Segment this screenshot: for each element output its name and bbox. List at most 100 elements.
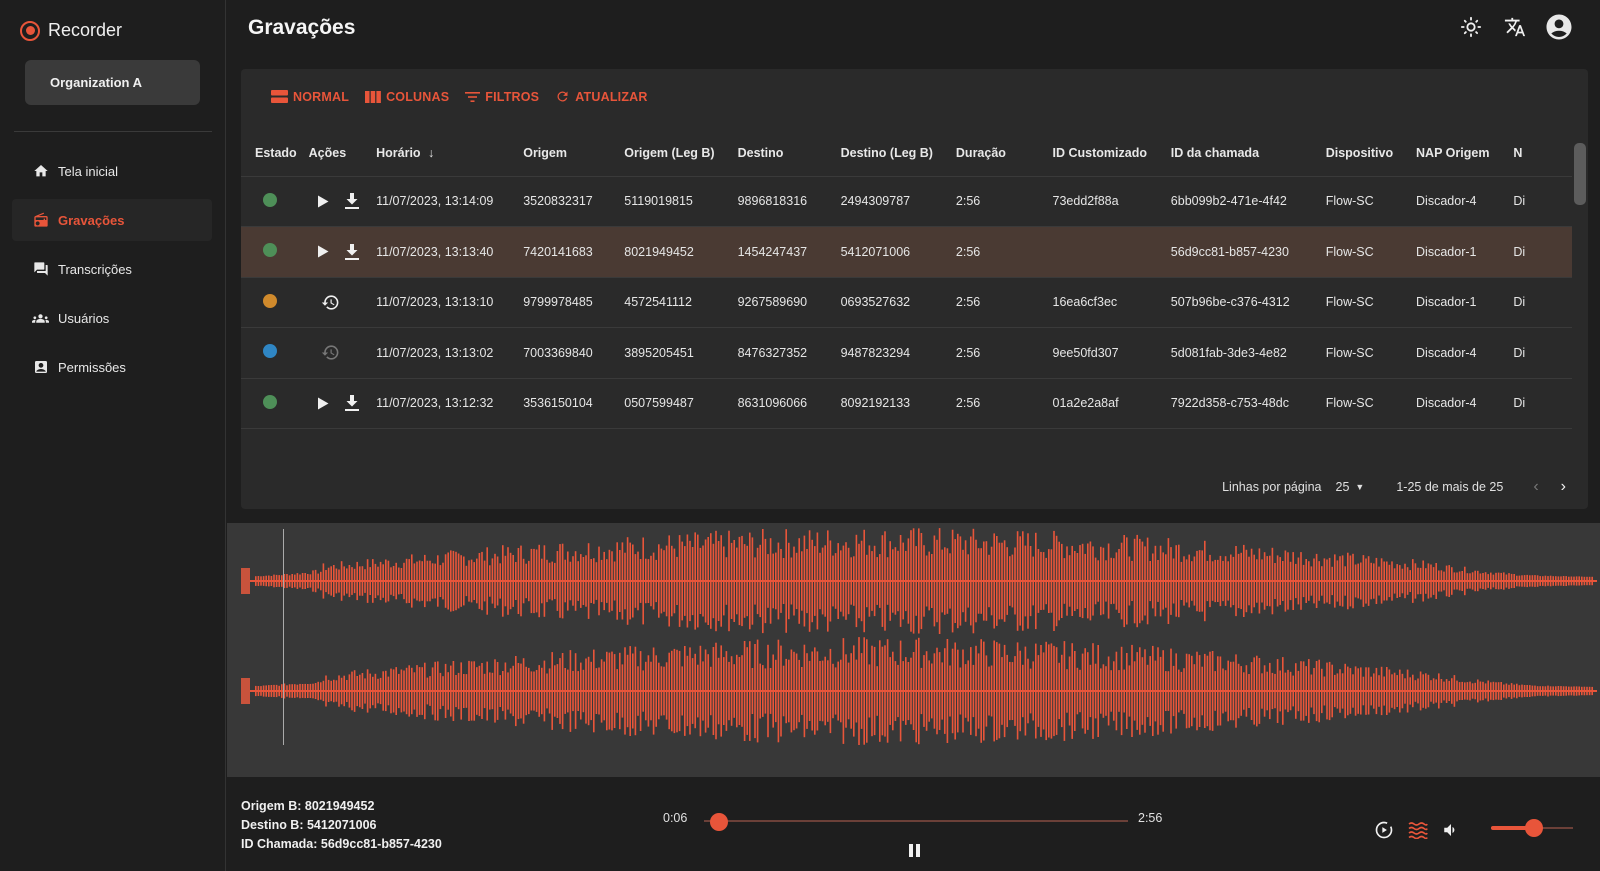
waveform-channel-2: [241, 637, 1597, 745]
id-customizado-cell: [1052, 226, 1171, 278]
next-column-cell: Di: [1513, 226, 1572, 278]
download-icon[interactable]: [344, 395, 359, 412]
sidebar-item-gravacoes[interactable]: Gravações: [12, 199, 212, 241]
nap-origem-cell: Discador-4: [1416, 378, 1514, 429]
column-header-destino[interactable]: Destino: [737, 131, 841, 177]
table-row[interactable]: 11/07/2023, 13:13:02 7003369840 3895205451…: [241, 327, 1572, 379]
play-icon[interactable]: [317, 397, 329, 410]
sidebar-item-transcricoes[interactable]: Transcrições: [12, 248, 212, 290]
next-page-icon[interactable]: ›: [1561, 478, 1566, 496]
current-time: 0:06: [663, 811, 688, 825]
vertical-scrollbar[interactable]: [1572, 131, 1588, 456]
column-header-origem-leg-b[interactable]: Origem (Leg B): [624, 131, 738, 177]
waveform[interactable]: [227, 523, 1600, 777]
sidebar-item-permissoes[interactable]: Permissões: [12, 346, 212, 388]
column-header-origem[interactable]: Origem: [523, 131, 625, 177]
id-chamada-cell: 507b96be-c376-4312: [1170, 277, 1326, 328]
seek-slider-thumb[interactable]: [710, 813, 728, 831]
status-indicator: [263, 293, 277, 308]
seek-slider-track[interactable]: [704, 820, 1128, 822]
columns-button[interactable]: COLUNAS: [365, 89, 449, 104]
vertical-scrollbar-thumb[interactable]: [1574, 143, 1586, 205]
translate-icon[interactable]: [1500, 12, 1530, 42]
rows-per-page-select[interactable]: 25 ▼: [1336, 480, 1365, 494]
table-row[interactable]: 11/07/2023, 13:13:40 7420141683 8021949452…: [241, 226, 1572, 278]
pagination-nav: ‹ ›: [1533, 478, 1566, 496]
record-icon: [20, 20, 40, 41]
brightness-icon[interactable]: [1456, 12, 1486, 42]
column-header-estado[interactable]: Estado: [241, 131, 309, 177]
time-cell: 11/07/2023, 13:13:40: [376, 226, 524, 278]
destino-cell: 1454247437: [737, 226, 841, 278]
sidebar-item-tela-inicial[interactable]: Tela inicial: [12, 150, 212, 192]
destino-leg-b-cell: 0693527632: [840, 277, 956, 328]
origem-cell: 3536150104: [523, 378, 625, 429]
sidebar-item-label: Usuários: [58, 310, 110, 326]
column-header-horario[interactable]: Horário ↓: [376, 131, 524, 177]
destino-leg-b-cell: 2494309787: [840, 176, 956, 227]
sidebar-item-label: Transcrições: [58, 261, 132, 277]
id-chamada-text: ID Chamada: 56d9cc81-b857-4230: [241, 837, 442, 851]
column-header-duracao[interactable]: Duração: [955, 131, 1053, 177]
refresh-button[interactable]: ATUALIZAR: [555, 89, 647, 104]
origem-leg-b-cell: 0507599487: [624, 378, 738, 429]
column-header-destino-leg-b[interactable]: Destino (Leg B): [840, 131, 956, 177]
actions-cell: [308, 327, 377, 379]
status-cell: [241, 226, 309, 278]
home-icon: [32, 163, 49, 180]
table-row[interactable]: 11/07/2023, 13:14:09 3520832317 5119019815…: [241, 176, 1572, 227]
table-header-row: Estado Ações Horário ↓ Origem Origem (Le…: [241, 131, 1572, 177]
origem-cell: 7420141683: [523, 226, 625, 278]
destino-cell: 8476327352: [737, 327, 841, 379]
table-row[interactable]: 11/07/2023, 13:13:10 9799978485 4572541112…: [241, 277, 1572, 328]
waves-icon[interactable]: [1408, 821, 1428, 844]
playback-speed-icon[interactable]: [1374, 820, 1394, 845]
sidebar-item-label: Tela inicial: [58, 163, 118, 179]
id-chamada-cell: 56d9cc81-b857-4230: [1170, 226, 1326, 278]
filters-button[interactable]: FILTROS: [465, 89, 539, 104]
destino-cell: 8631096066: [737, 378, 841, 429]
rows-per-page-label: Linhas por página: [1222, 479, 1322, 494]
play-icon[interactable]: [317, 195, 329, 208]
brand: Recorder: [20, 20, 122, 41]
table-row[interactable]: 11/07/2023, 13:12:32 3536150104 0507599487…: [241, 378, 1572, 429]
pause-button[interactable]: [909, 844, 923, 860]
column-header-dispositivo[interactable]: Dispositivo: [1325, 131, 1417, 177]
column-header-next[interactable]: N: [1513, 131, 1572, 177]
column-header-id-customizado[interactable]: ID Customizado: [1052, 131, 1171, 177]
dispositivo-cell: Flow-SC: [1325, 378, 1417, 429]
origem-leg-b-cell: 8021949452: [624, 226, 738, 278]
next-column-cell: Di: [1513, 327, 1572, 379]
play-icon[interactable]: [317, 245, 329, 258]
status-cell: [241, 378, 309, 429]
column-header-id-chamada[interactable]: ID da chamada: [1170, 131, 1326, 177]
column-header-nap-origem[interactable]: NAP Origem: [1416, 131, 1514, 177]
sort-desc-icon: ↓: [428, 146, 435, 161]
sidebar-item-usuarios[interactable]: Usuários: [12, 297, 212, 339]
organization-button[interactable]: Organization A: [25, 60, 200, 105]
volume-slider-thumb[interactable]: [1525, 819, 1543, 837]
download-icon[interactable]: [344, 193, 359, 210]
previous-page-icon[interactable]: ‹: [1533, 478, 1538, 496]
status-indicator: [263, 192, 277, 207]
density-icon: [271, 90, 288, 103]
density-button[interactable]: NORMAL: [271, 89, 349, 104]
nap-origem-cell: Discador-1: [1416, 226, 1514, 278]
playhead-cursor[interactable]: [283, 529, 284, 745]
columns-label: COLUNAS: [386, 89, 450, 104]
waveform-channel-1: [241, 528, 1597, 634]
recordings-table-card: NORMAL COLUNAS FILTROS ATUALIZAR Estado: [241, 69, 1588, 509]
waveform-panel[interactable]: [227, 523, 1600, 777]
download-icon[interactable]: [344, 243, 359, 260]
volume-icon[interactable]: [1442, 821, 1460, 844]
restore-icon[interactable]: [321, 293, 340, 312]
brand-name: Recorder: [48, 20, 123, 40]
status-cell: [241, 327, 309, 379]
dispositivo-cell: Flow-SC: [1325, 176, 1417, 227]
nap-origem-cell: Discador-4: [1416, 327, 1514, 379]
status-indicator: [263, 243, 277, 258]
time-cell: 11/07/2023, 13:12:32: [376, 378, 524, 429]
account-icon[interactable]: [1544, 12, 1574, 42]
column-header-acoes[interactable]: Ações: [308, 131, 377, 177]
table-toolbar: NORMAL COLUNAS FILTROS ATUALIZAR: [271, 89, 648, 104]
